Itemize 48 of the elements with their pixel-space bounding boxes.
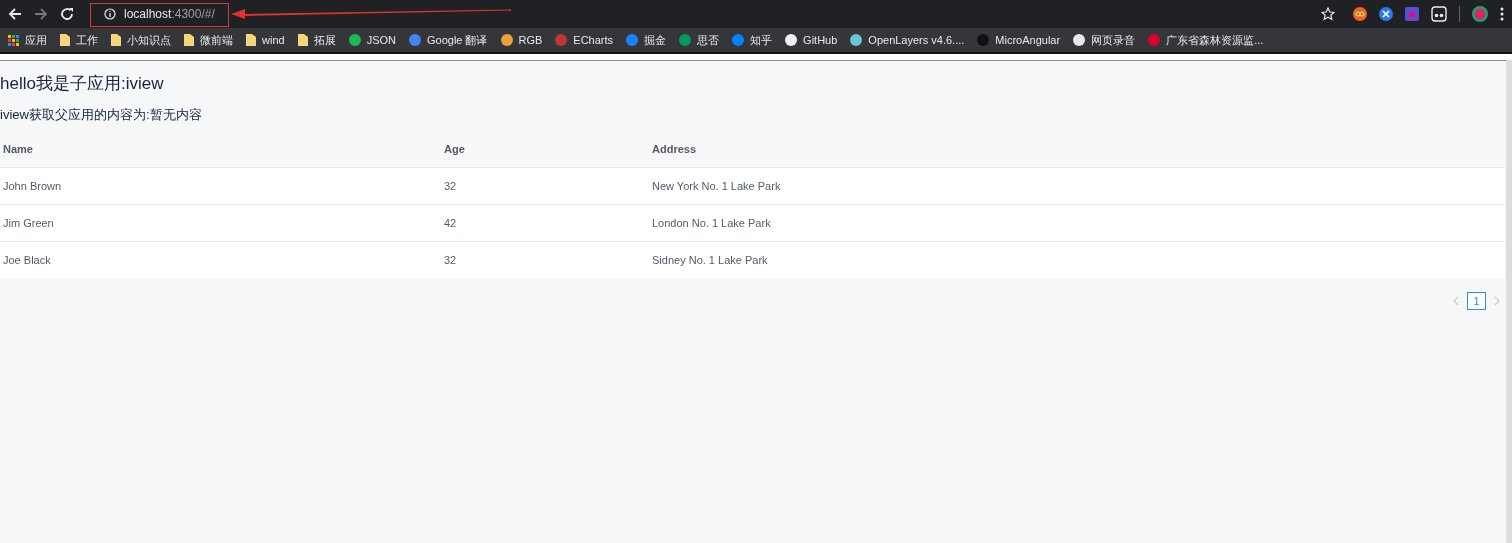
info-icon [104, 8, 116, 20]
table-cell: Joe Black [0, 241, 441, 278]
folder-icon [297, 34, 308, 46]
table-cell: 42 [441, 204, 649, 242]
star-icon[interactable] [1321, 7, 1335, 21]
bookmark[interactable]: 广东省森林资源监... [1148, 32, 1264, 48]
bookmark[interactable]: OpenLayers v4.6.... [850, 34, 965, 46]
folder-icon [246, 34, 256, 46]
table-cell: 32 [441, 241, 649, 278]
bookmark[interactable]: 应用 [8, 32, 47, 48]
table-cell: John Brown [0, 167, 441, 205]
page-button[interactable]: 1 [1467, 292, 1486, 310]
bookmark[interactable]: RGB [500, 34, 543, 46]
back-icon[interactable] [8, 7, 22, 21]
folder-icon [111, 34, 121, 46]
bookmark[interactable]: 掘金 [626, 32, 667, 48]
bookmark[interactable]: 思否 [679, 32, 720, 48]
table-cell: London No. 1 Lake Park [649, 204, 1505, 242]
page-heading: hello我是子应用:iview [0, 73, 165, 95]
reload-icon[interactable] [60, 7, 74, 21]
extension-icon[interactable] [1431, 6, 1447, 22]
table-cell: Jim Green [0, 204, 441, 242]
table-cell: Sidney No. 1 Lake Park [649, 241, 1505, 278]
bookmark[interactable]: Google 翻译 [408, 32, 488, 48]
address-bar[interactable]: localhost:4300/#/ [90, 3, 229, 25]
bookmark[interactable]: JSON [348, 34, 396, 46]
bookmark[interactable]: 拓展 [297, 32, 336, 48]
extension-icon[interactable] [1379, 7, 1393, 21]
bookmark[interactable]: GitHub [785, 34, 838, 46]
apps-grid-icon [8, 34, 19, 46]
extension-icon[interactable] [1353, 7, 1367, 21]
bookmark[interactable]: 知乎 [732, 32, 773, 48]
bookmark[interactable]: 工作 [60, 32, 98, 48]
profile-avatar-icon[interactable] [1472, 6, 1488, 22]
bookmark[interactable]: 微前端 [184, 32, 233, 48]
table-cell: New York No. 1 Lake Park [649, 167, 1505, 205]
bookmark[interactable]: MicroAngular [977, 34, 1061, 46]
bookmark[interactable]: wind [246, 34, 285, 46]
bookmark[interactable]: 网页录音 [1073, 32, 1136, 48]
menu-icon[interactable] [1500, 7, 1504, 21]
url-text: localhost:4300/#/ [124, 7, 215, 21]
table-cell: 32 [441, 167, 649, 205]
bookmark[interactable]: 小知识点 [111, 32, 171, 48]
forward-icon[interactable] [34, 7, 48, 21]
folder-icon [184, 34, 194, 46]
page-text: iview获取父应用的内容为:暂无内容 [0, 106, 203, 124]
bookmark[interactable]: ECharts [555, 34, 614, 46]
folder-icon [60, 34, 70, 46]
